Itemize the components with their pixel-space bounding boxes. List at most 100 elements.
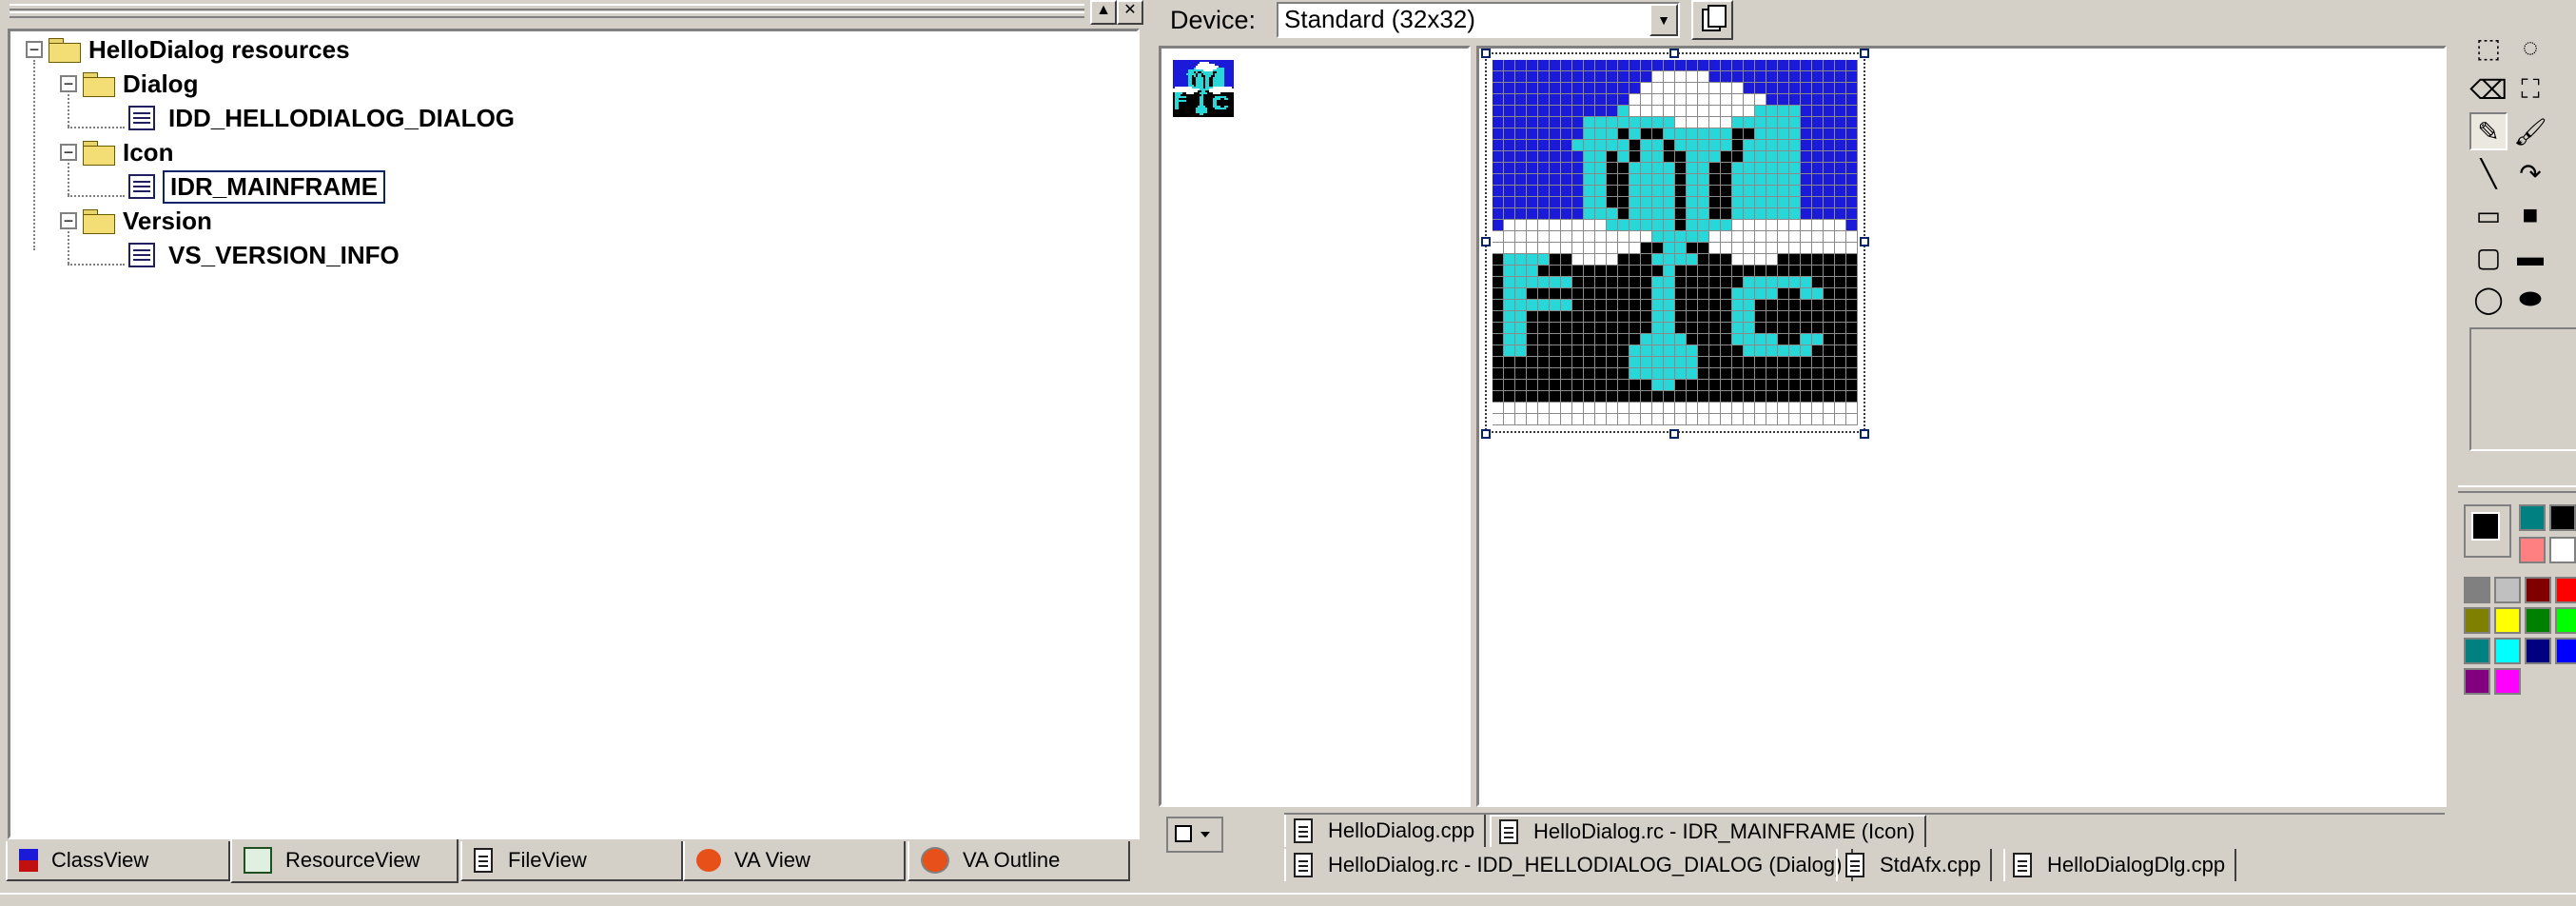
pixel[interactable] (1561, 128, 1572, 140)
pixel[interactable] (1515, 368, 1527, 380)
pixel[interactable] (1493, 414, 1504, 425)
pixel[interactable] (1595, 414, 1607, 425)
pixel[interactable] (1493, 391, 1504, 403)
icon-edit-pane[interactable] (1476, 46, 2447, 807)
pixel[interactable] (1538, 174, 1550, 186)
pixel[interactable] (1789, 243, 1801, 254)
pixel[interactable] (1550, 323, 1561, 334)
pixel[interactable] (1687, 266, 1698, 277)
pixel[interactable] (1675, 288, 1687, 300)
pixel[interactable] (1778, 266, 1789, 277)
pixel[interactable] (1652, 288, 1664, 300)
pixel[interactable] (1675, 357, 1687, 368)
pixel[interactable] (1538, 186, 1550, 197)
pixel[interactable] (1789, 94, 1801, 106)
pixel[interactable] (1846, 186, 1858, 197)
pixel[interactable] (1664, 106, 1675, 117)
pixel[interactable] (1732, 71, 1744, 83)
pixel[interactable] (1504, 140, 1515, 151)
pixel[interactable] (1675, 277, 1687, 288)
pixel[interactable] (1812, 277, 1824, 288)
pixel[interactable] (1630, 220, 1641, 231)
pixel[interactable] (1538, 208, 1550, 220)
pixel[interactable] (1687, 368, 1698, 380)
pixel[interactable] (1744, 71, 1755, 83)
pixel[interactable] (1538, 163, 1550, 174)
pixel[interactable] (1515, 380, 1527, 391)
pixel[interactable] (1835, 231, 1846, 243)
pixel[interactable] (1789, 323, 1801, 334)
pixel[interactable] (1675, 266, 1687, 277)
pixel[interactable] (1812, 323, 1824, 334)
pixel[interactable] (1835, 83, 1846, 94)
pixel[interactable] (1698, 174, 1709, 186)
pixel[interactable] (1652, 300, 1664, 311)
pixel[interactable] (1766, 277, 1778, 288)
pixel[interactable] (1801, 94, 1812, 106)
pixel[interactable] (1561, 414, 1572, 425)
pixel[interactable] (1515, 140, 1527, 151)
pixel[interactable] (1698, 380, 1709, 391)
pixel[interactable] (1527, 128, 1538, 140)
pixel[interactable] (1755, 83, 1766, 94)
pixel[interactable] (1664, 277, 1675, 288)
pixel[interactable] (1584, 174, 1595, 186)
pixel[interactable] (1641, 288, 1652, 300)
pixel[interactable] (1835, 174, 1846, 186)
new-device-image-button[interactable] (1691, 0, 1733, 40)
pixel[interactable] (1698, 106, 1709, 117)
pixel[interactable] (1504, 323, 1515, 334)
pixel[interactable] (1801, 323, 1812, 334)
pixel[interactable] (1630, 71, 1641, 83)
pixel[interactable] (1755, 277, 1766, 288)
pixel[interactable] (1515, 323, 1527, 334)
pixel[interactable] (1755, 311, 1766, 323)
resize-handle[interactable] (1481, 49, 1491, 58)
pixel[interactable] (1801, 60, 1812, 71)
pixel[interactable] (1652, 151, 1664, 163)
pixel[interactable] (1504, 403, 1515, 414)
pixel[interactable] (1732, 197, 1744, 208)
pixel[interactable] (1824, 266, 1835, 277)
pixel[interactable] (1527, 403, 1538, 414)
pixel[interactable] (1824, 323, 1835, 334)
pixel[interactable] (1618, 311, 1630, 323)
pixel[interactable] (1607, 71, 1618, 83)
pixel[interactable] (1778, 380, 1789, 391)
pixel[interactable] (1561, 60, 1572, 71)
pixel[interactable] (1709, 197, 1721, 208)
pixel[interactable] (1755, 323, 1766, 334)
pixel[interactable] (1846, 277, 1858, 288)
pixel[interactable] (1675, 71, 1687, 83)
pixel[interactable] (1572, 60, 1584, 71)
pixel[interactable] (1835, 414, 1846, 425)
pixel[interactable] (1835, 106, 1846, 117)
pixel[interactable] (1801, 71, 1812, 83)
pixel[interactable] (1527, 414, 1538, 425)
pixel[interactable] (1846, 391, 1858, 403)
pixel[interactable] (1493, 323, 1504, 334)
pixel[interactable] (1550, 277, 1561, 288)
pixel[interactable] (1846, 117, 1858, 128)
pixel[interactable] (1721, 414, 1732, 425)
color-swatch[interactable] (2549, 504, 2576, 531)
pixel[interactable] (1709, 140, 1721, 151)
pixel[interactable] (1732, 174, 1744, 186)
pixel[interactable] (1618, 94, 1630, 106)
pixel[interactable] (1675, 186, 1687, 197)
collapse-version-toggle[interactable]: − (60, 212, 77, 229)
pixel[interactable] (1766, 254, 1778, 266)
pixel[interactable] (1801, 345, 1812, 357)
pixel[interactable] (1561, 288, 1572, 300)
pixel[interactable] (1789, 368, 1801, 380)
pixel[interactable] (1721, 368, 1732, 380)
pixel[interactable] (1664, 403, 1675, 414)
pixel[interactable] (1721, 151, 1732, 163)
pixel[interactable] (1789, 266, 1801, 277)
pixel[interactable] (1515, 94, 1527, 106)
pixel[interactable] (1755, 140, 1766, 151)
pixel[interactable] (1630, 414, 1641, 425)
pixel[interactable] (1550, 117, 1561, 128)
pixel[interactable] (1584, 186, 1595, 197)
pixel[interactable] (1778, 254, 1789, 266)
